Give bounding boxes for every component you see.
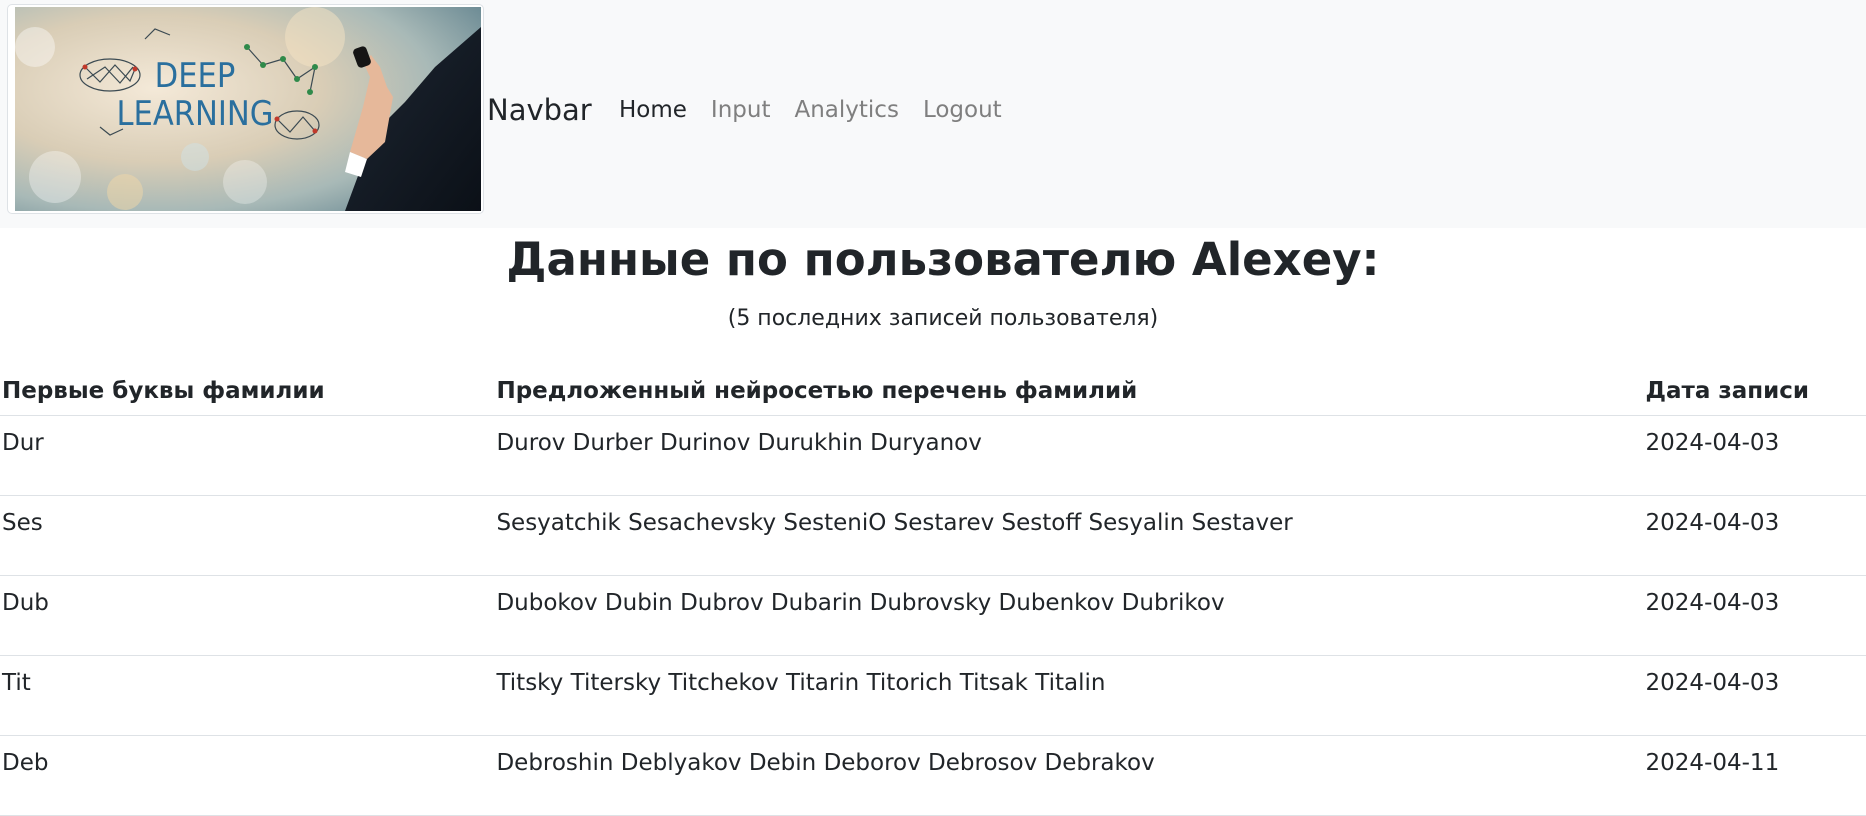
cell-names: Dubokov Dubin Dubrov Dubarin Dubrovsky D… bbox=[494, 575, 1644, 656]
cell-date: 2024-04-03 bbox=[1643, 495, 1866, 576]
cell-prefix: Ses bbox=[0, 495, 495, 576]
cell-prefix: Dur bbox=[0, 415, 495, 496]
table-row: Deb Debroshin Deblyakov Debin Deborov De… bbox=[0, 735, 1866, 816]
nav-link-logout[interactable]: Logout bbox=[923, 94, 1002, 126]
column-header-prefix: Первые буквы фамилии bbox=[0, 367, 495, 416]
navbar: DEEP LEARNING Navbar Home Input Analytic… bbox=[0, 0, 1866, 228]
cell-names: Sesyatchik Sesachevsky SesteniO Sestarev… bbox=[494, 495, 1644, 576]
cell-names: Durov Durber Durinov Durukhin Duryanov bbox=[494, 415, 1644, 496]
cell-date: 2024-04-03 bbox=[1643, 415, 1866, 496]
table-row: Dur Durov Durber Durinov Durukhin Duryan… bbox=[0, 415, 1866, 496]
cell-date: 2024-04-03 bbox=[1643, 575, 1866, 656]
cell-date: 2024-04-03 bbox=[1643, 655, 1866, 736]
nav-link-home[interactable]: Home bbox=[619, 94, 687, 126]
cell-prefix: Tit bbox=[0, 655, 495, 736]
navbar-brand[interactable]: Navbar bbox=[487, 90, 592, 130]
logo-text-learning: LEARNING bbox=[116, 94, 273, 134]
cell-names: Debroshin Deblyakov Debin Deborov Debros… bbox=[494, 735, 1644, 816]
page-title: Данные по пользователю Alexey: bbox=[506, 233, 1380, 286]
column-header-date: Дата записи bbox=[1643, 367, 1866, 416]
logo-frame: DEEP LEARNING bbox=[7, 4, 484, 214]
table-header-row: Первые буквы фамилии Предложенный нейрос… bbox=[0, 367, 1866, 416]
nav-links: Home Input Analytics Logout bbox=[619, 94, 1002, 126]
records-table: Первые буквы фамилии Предложенный нейрос… bbox=[0, 367, 1866, 816]
cell-prefix: Deb bbox=[0, 735, 495, 816]
page-subtitle: (5 последних записей пользователя) bbox=[727, 306, 1159, 331]
table-row: Tit Titsky Titersky Titchekov Titarin Ti… bbox=[0, 655, 1866, 736]
cell-prefix: Dub bbox=[0, 575, 495, 656]
table-row: Ses Sesyatchik Sesachevsky SesteniO Sest… bbox=[0, 495, 1866, 576]
nav-link-input[interactable]: Input bbox=[711, 94, 771, 126]
column-header-names: Предложенный нейросетью перечень фамилий bbox=[494, 367, 1644, 416]
nav-link-analytics[interactable]: Analytics bbox=[794, 94, 898, 126]
logo-text-deep: DEEP bbox=[155, 56, 236, 96]
cell-date: 2024-04-11 bbox=[1643, 735, 1866, 816]
table-row: Dub Dubokov Dubin Dubrov Dubarin Dubrovs… bbox=[0, 575, 1866, 656]
cell-names: Titsky Titersky Titchekov Titarin Titori… bbox=[494, 655, 1644, 736]
deep-learning-logo-image[interactable]: DEEP LEARNING bbox=[15, 7, 481, 211]
